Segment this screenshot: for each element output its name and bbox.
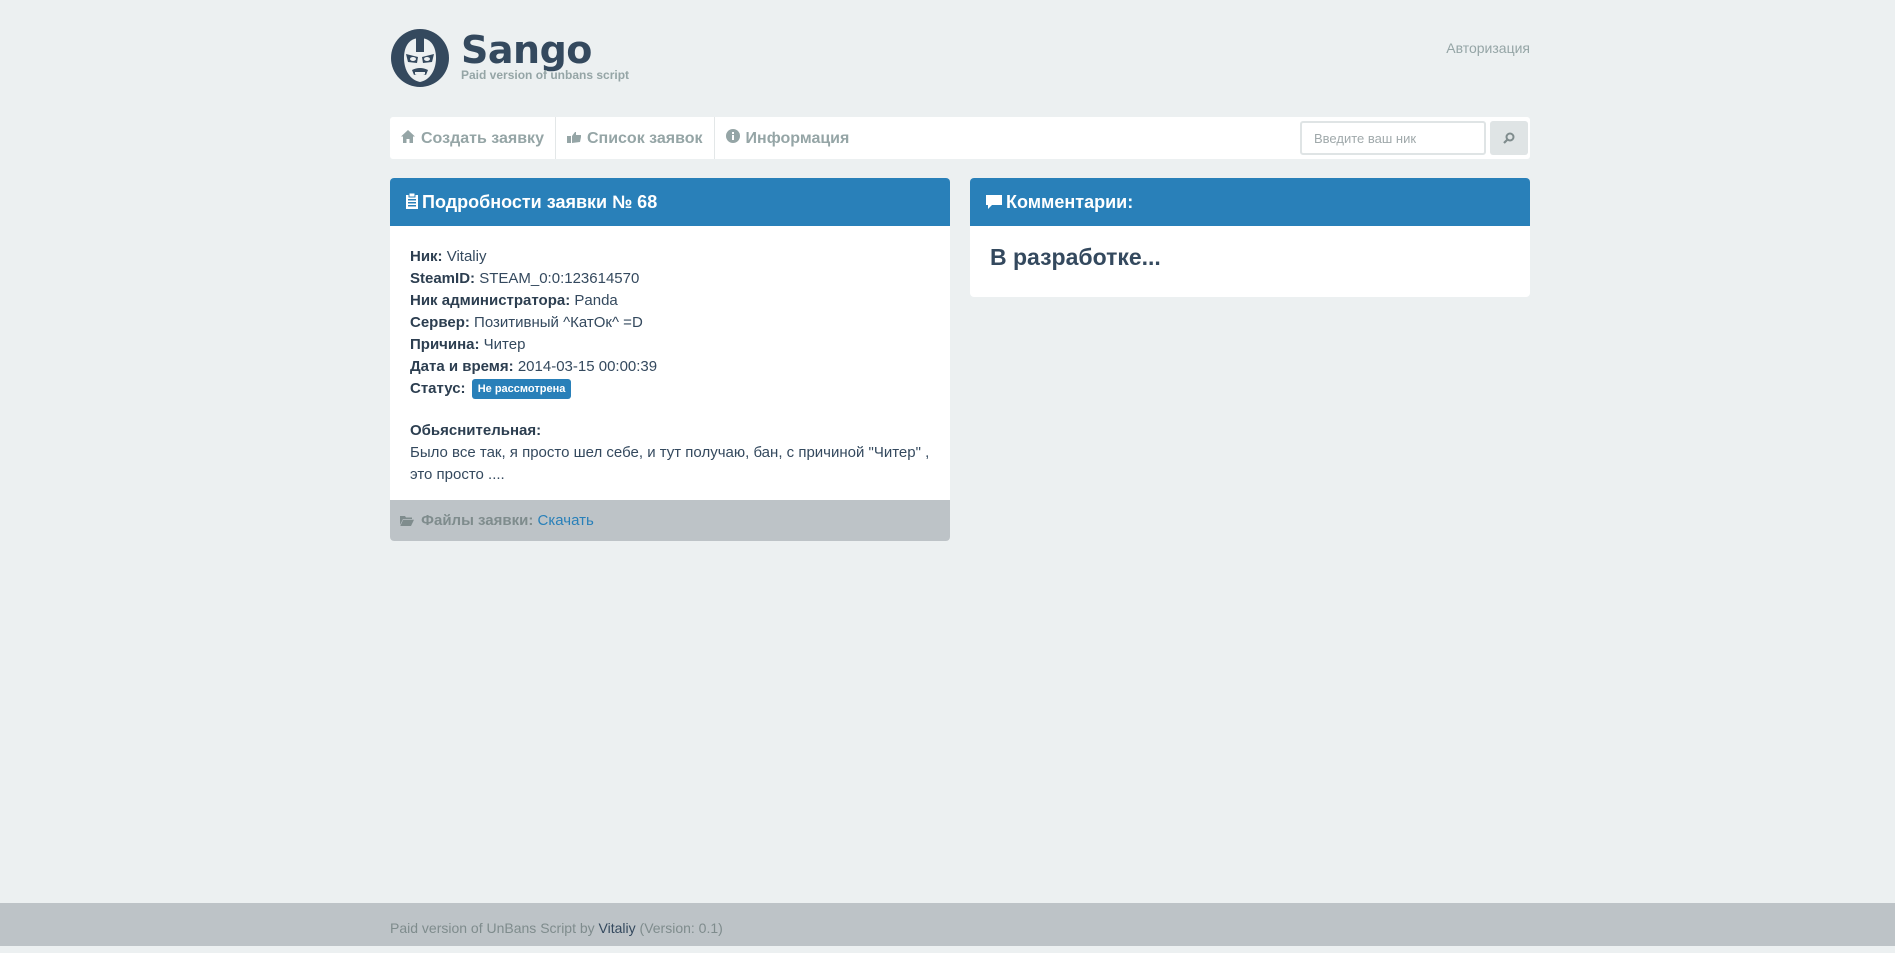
comment-icon bbox=[986, 179, 1002, 227]
login-link[interactable]: Авторизация bbox=[1446, 40, 1530, 56]
search-icon bbox=[1503, 132, 1515, 144]
footer: Paid version of UnBans Script by Vitaliy… bbox=[0, 903, 1895, 946]
nick-search-input[interactable] bbox=[1300, 121, 1486, 155]
comments-placeholder: В разработке... bbox=[990, 244, 1161, 270]
explanation-text: Было все так, я просто шел себе, и тут п… bbox=[410, 444, 930, 483]
download-link[interactable]: Скачать bbox=[538, 512, 594, 529]
request-details-panel: Подробности заявки № 68 Ник: Vitaliy Ste… bbox=[390, 178, 950, 541]
panel-title: Подробности заявки № 68 bbox=[422, 192, 658, 212]
nav-item-request-list[interactable]: Список заявок bbox=[556, 117, 715, 159]
explanation-label: Обьяснительная: bbox=[410, 422, 542, 439]
hand-icon bbox=[566, 117, 581, 159]
files-label: Файлы заявки: bbox=[421, 512, 534, 529]
panel-header: Комментарии: bbox=[970, 178, 1530, 226]
header: Sango Paid version of unbans script Авто… bbox=[390, 26, 1530, 90]
field-label: Статус: bbox=[410, 380, 466, 397]
field-label: Сервер: bbox=[410, 314, 470, 331]
nav-item-create-request[interactable]: Создать заявку bbox=[390, 117, 556, 159]
field-value: 2014-03-15 00:00:39 bbox=[517, 358, 658, 375]
nav-item-label: Список заявок bbox=[586, 130, 703, 147]
panel-header: Подробности заявки № 68 bbox=[390, 178, 950, 226]
clipboard-icon bbox=[406, 179, 418, 227]
field-value: Panda bbox=[574, 292, 618, 309]
home-icon bbox=[401, 117, 415, 159]
folder-icon bbox=[400, 512, 421, 529]
info-icon bbox=[725, 117, 740, 159]
luchador-mask-icon bbox=[391, 29, 449, 87]
main-navbar: Создать заявку Список заявок Информация bbox=[390, 117, 1530, 159]
brand-tagline: Paid version of unbans script bbox=[461, 68, 630, 82]
field-steamid: SteamID: STEAM_0:0:123614570 bbox=[410, 268, 930, 290]
field-admin-nick: Ник администратора: Panda bbox=[410, 290, 930, 312]
field-label: Дата и время: bbox=[410, 358, 514, 375]
nav-item-information[interactable]: Информация bbox=[715, 117, 861, 159]
footer-prefix: Paid version of UnBans Script by bbox=[390, 920, 595, 936]
request-files-footer: Файлы заявки: Скачать bbox=[390, 500, 950, 541]
field-label: Причина: bbox=[410, 336, 480, 353]
field-label: Ник: bbox=[410, 248, 443, 265]
field-nick: Ник: Vitaliy bbox=[410, 246, 930, 268]
brand-title: Sango bbox=[461, 28, 592, 72]
field-label: Ник администратора: bbox=[410, 292, 571, 309]
field-server: Сервер: Позитивный ^КатОк^ =D bbox=[410, 312, 930, 334]
field-status: Статус: Не рассмотрена bbox=[410, 378, 930, 400]
field-datetime: Дата и время: 2014-03-15 00:00:39 bbox=[410, 356, 930, 378]
nav-item-label: Создать заявку bbox=[421, 130, 544, 147]
search-button[interactable] bbox=[1490, 121, 1528, 155]
nav-item-label: Информация bbox=[745, 130, 850, 147]
panel-title: Комментарии: bbox=[1006, 192, 1134, 212]
field-label: SteamID: bbox=[410, 270, 476, 287]
field-value: STEAM_0:0:123614570 bbox=[479, 270, 640, 287]
field-value: Vitaliy bbox=[446, 248, 487, 265]
request-details-body: Ник: Vitaliy SteamID: STEAM_0:0:12361457… bbox=[390, 226, 950, 500]
footer-author: Vitaliy bbox=[598, 920, 636, 936]
explanation-section: Обьяснительная: Было все так, я просто ш… bbox=[410, 420, 930, 486]
field-reason: Причина: Читер bbox=[410, 334, 930, 356]
status-badge: Не рассмотрена bbox=[471, 379, 572, 399]
footer-version: (Version: 0.1) bbox=[639, 920, 723, 936]
field-value: Позитивный ^КатОк^ =D bbox=[474, 314, 643, 331]
comments-panel: Комментарии: В разработке... bbox=[970, 178, 1530, 297]
field-value: Читер bbox=[483, 336, 526, 353]
